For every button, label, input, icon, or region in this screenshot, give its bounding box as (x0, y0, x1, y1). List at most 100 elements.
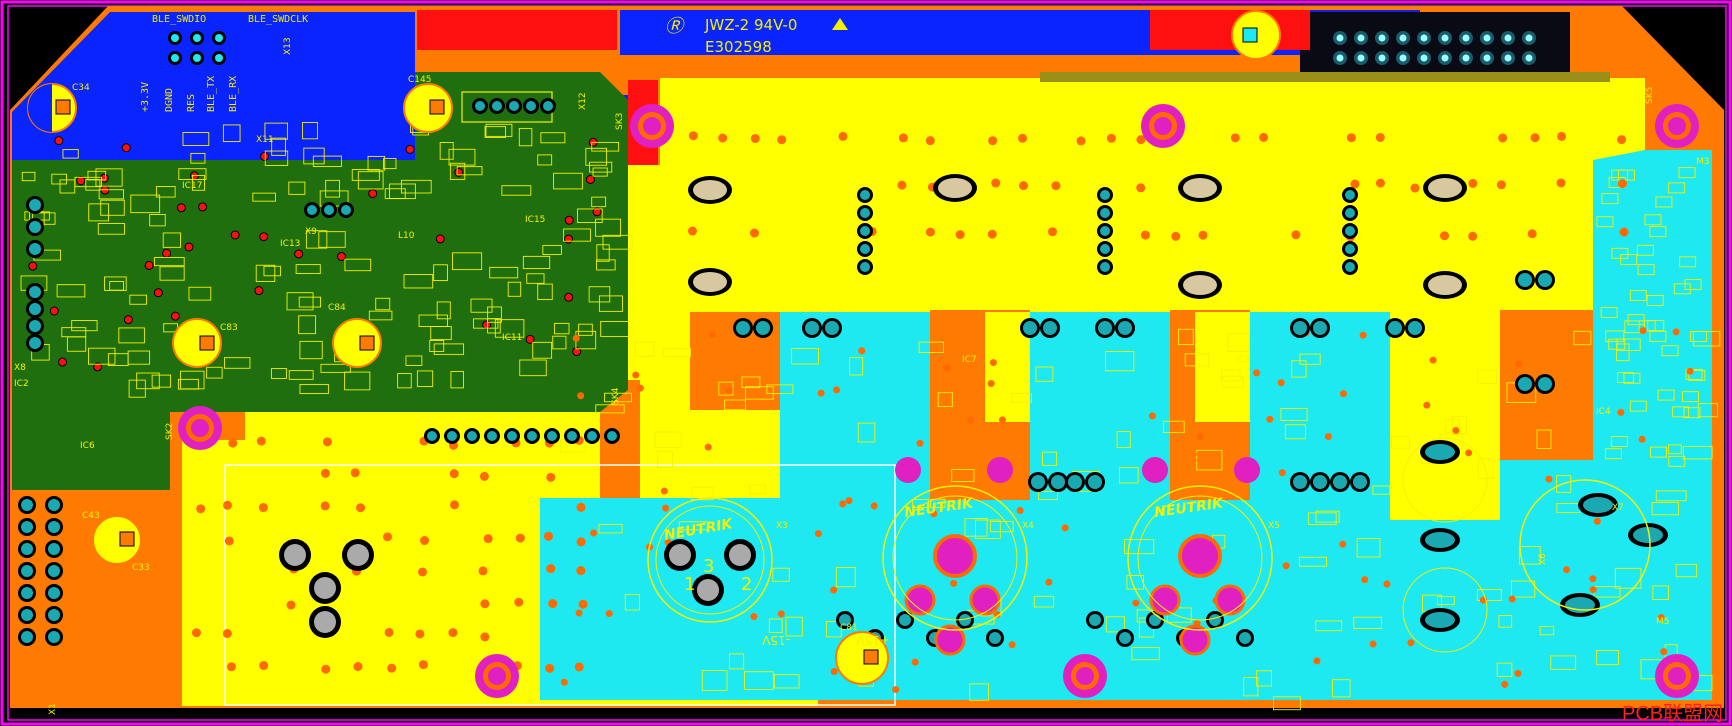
large-pad-fill (697, 579, 719, 601)
watermark: PCB联盟网 (1622, 702, 1723, 725)
oval-pad-fill (1428, 275, 1462, 295)
via (838, 131, 848, 141)
xlr-pin-1: 1 (684, 574, 695, 595)
via (777, 610, 785, 618)
via (718, 133, 728, 143)
cap-c34 (27, 83, 77, 133)
via (704, 443, 712, 451)
via (578, 599, 588, 609)
via (1018, 133, 1028, 143)
via (1196, 432, 1204, 440)
pad-pair-hole (1293, 321, 1307, 335)
via (1339, 390, 1347, 398)
via (222, 629, 232, 639)
ref-ic13: IC13 (280, 239, 300, 249)
label-dgnd: DGND (164, 88, 175, 112)
jack-pad-fill (1425, 612, 1455, 628)
via (988, 136, 998, 146)
svg-text:Ⓡ: Ⓡ (665, 16, 686, 37)
mounting-hole-center (1668, 667, 1686, 685)
ref-ic11: IC11 (502, 333, 522, 343)
ref-x5: X5 (1268, 521, 1280, 531)
via (1259, 132, 1269, 142)
xlr-pad (904, 584, 936, 616)
via (196, 504, 206, 514)
header-pin-hole (1345, 208, 1355, 218)
via (725, 386, 733, 394)
connector-pin-hole (475, 101, 485, 111)
header-pin-hole (48, 609, 60, 621)
pad-row-hole (507, 431, 517, 441)
header-pin-hole (1462, 54, 1470, 62)
ref-c34: C34 (72, 83, 90, 93)
pad-pair-hole (825, 321, 839, 335)
via (632, 371, 640, 379)
oval-pad-fill (693, 180, 727, 200)
via (576, 537, 586, 547)
ul-mark: Ⓡ (665, 16, 686, 37)
via (1501, 680, 1509, 688)
via (1545, 475, 1553, 483)
pad-row-hole (527, 431, 537, 441)
ref-m5: M5 (1656, 617, 1670, 627)
via (1019, 181, 1029, 191)
via-red (564, 292, 574, 302)
via (1638, 435, 1646, 443)
ref-sk4: SK4 (611, 387, 621, 405)
via (1346, 133, 1356, 143)
via (1672, 328, 1680, 336)
ref-c81: C81 (840, 623, 858, 633)
via-red (585, 175, 595, 185)
via-red (162, 248, 172, 258)
via (590, 529, 598, 537)
header-pin-hole (1100, 190, 1110, 200)
via (1136, 183, 1146, 193)
mounting-hole-center (1668, 117, 1686, 135)
via (479, 471, 489, 481)
via-red (564, 215, 574, 225)
via (911, 658, 919, 666)
header-pin-hole (1378, 54, 1386, 62)
ref-c43: C43 (82, 511, 100, 521)
header-pin-hole (1357, 34, 1365, 42)
via (1051, 181, 1061, 191)
via (845, 497, 853, 505)
via (1375, 132, 1385, 142)
via (515, 533, 525, 543)
oval-pad-fill (938, 178, 972, 198)
via (1359, 331, 1367, 339)
via (1106, 133, 1116, 143)
connector-pin-hole (526, 101, 536, 111)
pad-row-hole (427, 431, 437, 441)
via (1198, 230, 1208, 240)
large-pad-fill (729, 544, 751, 566)
header-pin-hole (1399, 54, 1407, 62)
via (750, 134, 760, 144)
pad-pair-hole (1051, 475, 1065, 489)
via (322, 437, 332, 447)
via-red (170, 311, 180, 321)
via (916, 439, 924, 447)
via (833, 386, 841, 394)
header-pin-hole (1100, 262, 1110, 272)
pad-row-hole (447, 431, 457, 441)
pad-pair-hole (1068, 475, 1082, 489)
via (320, 468, 330, 478)
via (575, 609, 583, 617)
header-pin-hole (1483, 54, 1491, 62)
via (777, 135, 787, 145)
header-pin-hole (21, 543, 33, 555)
red-copper-block-2 (1150, 10, 1310, 50)
ref-ic4: IC4 (1596, 407, 1611, 417)
via (1639, 327, 1647, 335)
connector-pin-hole (324, 205, 334, 215)
via (483, 534, 493, 544)
xlr-pad (1149, 584, 1181, 616)
via (1230, 133, 1240, 143)
via (1132, 599, 1140, 607)
pad-pair-hole (1088, 475, 1102, 489)
via (1429, 356, 1437, 364)
cap-c43 (92, 515, 142, 565)
label-ble-swdio: BLE_SWDIO (152, 14, 206, 25)
via (814, 530, 822, 538)
